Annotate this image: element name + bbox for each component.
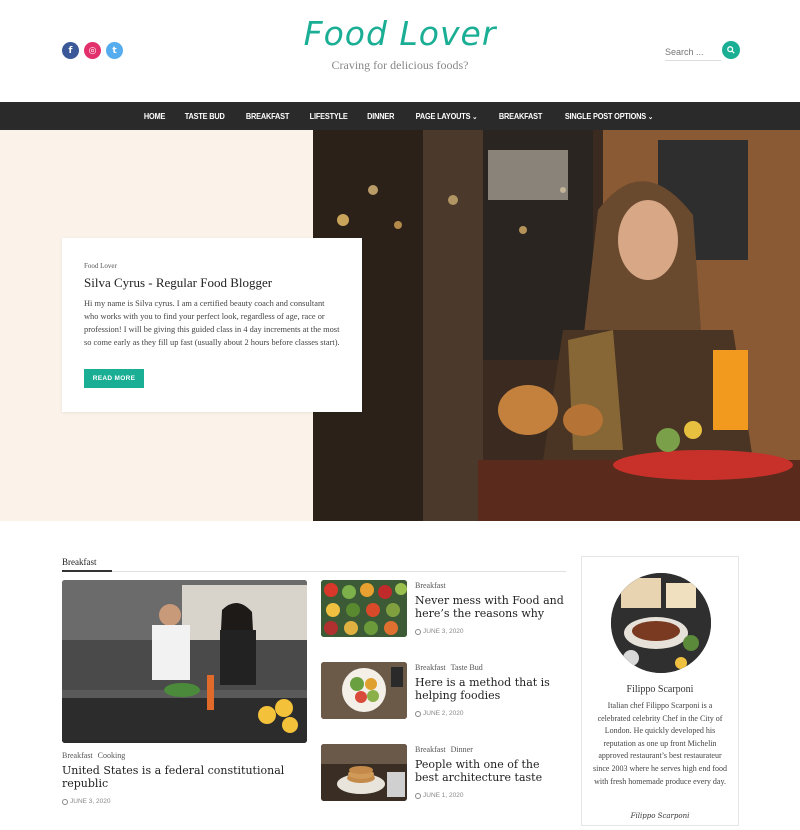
featured-post-date: JUNE 3, 2020 bbox=[62, 798, 110, 805]
author-name: Filippo Scarponi bbox=[626, 684, 694, 695]
hero-image bbox=[313, 130, 800, 521]
featured-photo-illustration bbox=[62, 580, 307, 743]
author-widget: Filippo Scarponi Italian chef Filippo Sc… bbox=[581, 556, 739, 826]
author-avatar bbox=[611, 573, 711, 673]
post-categories: Breakfast Dinner bbox=[415, 745, 478, 754]
hero-banner: Food Lover Silva Cyrus - Regular Food Bl… bbox=[0, 130, 800, 521]
post-date: JUNE 3, 2020 bbox=[415, 628, 463, 635]
post-title[interactable]: Here is a method that is helping foodies bbox=[415, 676, 565, 702]
hero-category[interactable]: Food Lover bbox=[84, 262, 117, 270]
nav-home[interactable]: HOME bbox=[144, 112, 166, 121]
post-categories: Breakfast bbox=[415, 581, 451, 590]
nav-single-post-options-label: SINGLE POST OPTIONS bbox=[564, 111, 646, 121]
hero-card: Food Lover Silva Cyrus - Regular Food Bl… bbox=[62, 238, 362, 412]
nav-page-layouts[interactable]: PAGE LAYOUTS ⌄ bbox=[415, 112, 477, 121]
nav-taste-bud[interactable]: TASTE BUD bbox=[185, 112, 225, 121]
salad-bowl-photo-illustration bbox=[321, 662, 407, 719]
nav-page-layouts-label: PAGE LAYOUTS bbox=[415, 111, 471, 121]
date-text: JUNE 3, 2020 bbox=[70, 798, 111, 805]
post-title[interactable]: People with one of the best architecture… bbox=[415, 758, 565, 784]
date-text: JUNE 3, 2020 bbox=[423, 628, 464, 635]
clock-icon bbox=[62, 798, 68, 805]
category-link[interactable]: Breakfast bbox=[415, 581, 446, 590]
author-bio: Italian chef Filippo Scarponi is a celeb… bbox=[593, 701, 727, 786]
site-header: f ◎ t Food Lover Craving for delicious f… bbox=[0, 0, 800, 102]
post-date: JUNE 2, 2020 bbox=[415, 710, 463, 717]
post-categories: Breakfast Taste Bud bbox=[415, 663, 488, 672]
post-thumbnail[interactable] bbox=[321, 662, 407, 719]
featured-post-categories: Breakfast Cooking bbox=[62, 751, 130, 760]
chevron-down-icon: ⌄ bbox=[647, 113, 653, 121]
category-link[interactable]: Breakfast bbox=[415, 745, 446, 754]
search-input[interactable] bbox=[665, 43, 721, 61]
nav-dinner[interactable]: DINNER bbox=[367, 112, 394, 121]
nav-lifestyle[interactable]: LIFESTYLE bbox=[310, 112, 348, 121]
pancakes-photo-illustration bbox=[321, 744, 407, 801]
vegetables-photo-illustration bbox=[321, 580, 407, 637]
author-food-illustration bbox=[611, 573, 711, 673]
author-signature: Filippo Scarponi bbox=[630, 812, 690, 820]
section-title[interactable]: Breakfast bbox=[62, 557, 96, 567]
search-button[interactable] bbox=[722, 41, 740, 59]
section-divider bbox=[62, 571, 566, 572]
clock-icon bbox=[415, 710, 421, 717]
nav-breakfast-2[interactable]: BREAKFAST bbox=[499, 112, 543, 121]
category-link[interactable]: Breakfast bbox=[415, 663, 446, 672]
search-icon bbox=[727, 46, 735, 54]
post-date: JUNE 1, 2020 bbox=[415, 792, 463, 799]
nav-single-post-options[interactable]: SINGLE POST OPTIONS ⌄ bbox=[565, 112, 653, 121]
featured-post-title[interactable]: United States is a federal constitutiona… bbox=[62, 764, 302, 790]
date-text: JUNE 1, 2020 bbox=[423, 792, 464, 799]
read-more-button[interactable]: READ MORE bbox=[84, 369, 144, 388]
category-link[interactable]: Breakfast bbox=[62, 751, 93, 760]
category-link[interactable]: Cooking bbox=[98, 751, 126, 760]
post-thumbnail[interactable] bbox=[321, 580, 407, 637]
chevron-down-icon: ⌄ bbox=[471, 113, 478, 121]
clock-icon bbox=[415, 792, 421, 799]
category-link[interactable]: Dinner bbox=[451, 745, 473, 754]
featured-post-image[interactable] bbox=[62, 580, 307, 743]
hero-photo-illustration bbox=[313, 130, 800, 521]
post-title[interactable]: Never mess with Food and here’s the reas… bbox=[415, 594, 565, 620]
date-text: JUNE 2, 2020 bbox=[423, 710, 464, 717]
post-thumbnail[interactable] bbox=[321, 744, 407, 801]
section-divider-accent bbox=[62, 570, 112, 572]
nav-breakfast[interactable]: BREAKFAST bbox=[246, 112, 290, 121]
clock-icon bbox=[415, 628, 421, 635]
hero-excerpt: Hi my name is Silva cyrus. I am a certif… bbox=[84, 299, 340, 347]
hero-title[interactable]: Silva Cyrus - Regular Food Blogger bbox=[84, 275, 272, 291]
category-link[interactable]: Taste Bud bbox=[451, 663, 483, 672]
main-navigation: HOME TASTE BUD BREAKFAST LIFESTYLE DINNE… bbox=[0, 102, 800, 130]
